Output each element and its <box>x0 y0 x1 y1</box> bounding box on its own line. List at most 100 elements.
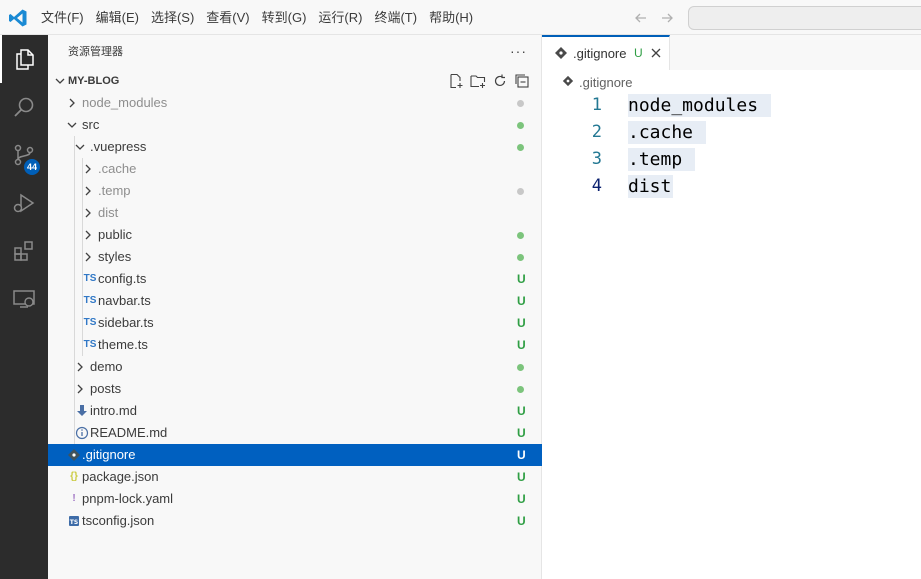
typescript-file-icon: TS <box>83 295 97 306</box>
new-file-icon[interactable] <box>448 73 464 89</box>
git-untracked-badge: U <box>517 492 526 506</box>
chevron-right-icon <box>80 249 96 265</box>
collapse-all-icon[interactable] <box>514 73 530 89</box>
git-status-dot <box>517 122 524 129</box>
indent-guide <box>74 334 75 356</box>
tree-item-label: src <box>82 117 100 132</box>
line-text: dist <box>628 175 674 198</box>
tree-item-label: config.ts <box>98 271 147 286</box>
yaml-file-icon: ! <box>72 493 76 504</box>
explorer-title: 资源管理器 <box>68 46 123 58</box>
menu-item[interactable]: 运行(R) <box>312 0 368 35</box>
tree-folder[interactable]: demo <box>48 356 542 378</box>
tree-item-label: pnpm-lock.yaml <box>82 491 174 506</box>
git-untracked-badge: U <box>517 272 526 286</box>
tree-item-label: tsconfig.json <box>82 513 155 528</box>
explorer-header: 资源管理器 ··· <box>48 35 542 70</box>
tree-file[interactable]: .gitignore U <box>48 444 542 466</box>
tree-folder[interactable]: .temp <box>48 180 542 202</box>
tree-folder[interactable]: public <box>48 224 542 246</box>
tree-file[interactable]: TS navbar.ts U <box>48 290 542 312</box>
chevron-right-icon <box>72 381 88 397</box>
tree-file[interactable]: TS sidebar.ts U <box>48 312 542 334</box>
tree-folder[interactable]: src <box>48 114 542 136</box>
tree-file[interactable]: README.md U <box>48 422 542 444</box>
refresh-icon[interactable] <box>492 73 508 89</box>
menu-item[interactable]: 查看(V) <box>200 0 255 35</box>
extensions-icon[interactable] <box>0 227 48 275</box>
chevron-right-icon <box>80 183 96 199</box>
menu-item[interactable]: 转到(G) <box>256 0 313 35</box>
explorer-icon[interactable] <box>0 35 48 83</box>
back-arrow-icon[interactable] <box>633 10 649 26</box>
project-name: MY-BLOG <box>68 75 120 87</box>
remote-explorer-icon[interactable] <box>0 275 48 323</box>
git-untracked-badge: U <box>517 294 526 308</box>
tree-folder[interactable]: dist <box>48 202 542 224</box>
menu-item[interactable]: 选择(S) <box>145 0 200 35</box>
tree-item-label: demo <box>90 359 123 374</box>
line-number: 1 <box>591 95 602 115</box>
tree-folder[interactable]: styles <box>48 246 542 268</box>
activity-bar: 44 <box>0 35 48 579</box>
search-icon[interactable] <box>0 83 48 131</box>
chevron-right-icon <box>80 227 96 243</box>
tree-file[interactable]: {} package.json U <box>48 466 542 488</box>
menu-bar: 文件(F) 编辑(E) 选择(S) 查看(V) 转到(G) 运行(R) 终端(T) 帮助(H) <box>35 0 479 35</box>
git-status-dot <box>517 144 524 151</box>
menu-item[interactable]: 终端(T) <box>368 0 423 35</box>
tree-item-label: .cache <box>98 161 137 176</box>
tree-file[interactable]: TS theme.ts U <box>48 334 542 356</box>
typescript-file-icon: TS <box>83 317 97 328</box>
tree-folder[interactable]: .cache <box>48 158 542 180</box>
breadcrumb-item[interactable]: .gitignore <box>579 75 632 90</box>
forward-arrow-icon[interactable] <box>659 10 675 26</box>
git-untracked-badge: U <box>517 316 526 330</box>
menu-item[interactable]: 文件(F) <box>35 0 90 35</box>
source-control-icon[interactable]: 44 <box>0 131 48 179</box>
svg-text:TS: TS <box>70 519 78 526</box>
tree-folder[interactable]: node_modules <box>48 92 542 114</box>
chevron-right-icon <box>80 205 96 221</box>
project-header[interactable]: MY-BLOG <box>48 70 542 92</box>
run-debug-icon[interactable] <box>0 179 48 227</box>
vscode-logo-icon <box>8 8 28 28</box>
editor-tab-bar: .gitignore U <box>542 35 921 70</box>
line-number: 4 <box>591 176 602 196</box>
line-text: .cache <box>628 121 706 144</box>
indent-guide <box>74 246 75 268</box>
breadcrumb: .gitignore <box>562 71 632 93</box>
tree-item-label: sidebar.ts <box>98 315 154 330</box>
new-folder-icon[interactable] <box>470 73 486 89</box>
tree-item-label: node_modules <box>82 95 168 110</box>
line-text: .temp <box>628 148 696 171</box>
git-status-dot <box>517 386 524 393</box>
git-untracked-badge: U <box>517 448 526 462</box>
chevron-down-icon <box>52 73 68 89</box>
tree-item-label: dist <box>98 205 119 220</box>
close-icon[interactable] <box>650 47 662 59</box>
git-status-dot <box>517 364 524 371</box>
tree-item-label: package.json <box>82 469 159 484</box>
line-number: 3 <box>591 149 602 169</box>
git-file-icon <box>562 75 574 90</box>
tree-file[interactable]: TS tsconfig.json U <box>48 510 542 532</box>
git-status-dot <box>517 100 524 107</box>
tree-file[interactable]: TS config.ts U <box>48 268 542 290</box>
tab-gitignore[interactable]: .gitignore U <box>542 35 670 70</box>
tree-folder[interactable]: posts <box>48 378 542 400</box>
menu-item[interactable]: 帮助(H) <box>423 0 479 35</box>
tree-item-label: .temp <box>98 183 131 198</box>
indent-guide <box>74 290 75 312</box>
more-actions-button[interactable]: ··· <box>510 35 527 68</box>
code-view[interactable]: 1 node_modules 2 .cache 3 .temp 4 dist <box>542 92 921 200</box>
chevron-down-icon <box>64 117 80 133</box>
tree-file[interactable]: ! pnpm-lock.yaml U <box>48 488 542 510</box>
tree-file[interactable]: intro.md U <box>48 400 542 422</box>
typescript-file-icon: TS <box>83 339 97 350</box>
tab-git-status: U <box>634 46 643 60</box>
tree-folder[interactable]: .vuepress <box>48 136 542 158</box>
menu-item[interactable]: 编辑(E) <box>90 0 145 35</box>
tree-item-label: posts <box>90 381 122 396</box>
command-center-search[interactable] <box>688 6 921 30</box>
